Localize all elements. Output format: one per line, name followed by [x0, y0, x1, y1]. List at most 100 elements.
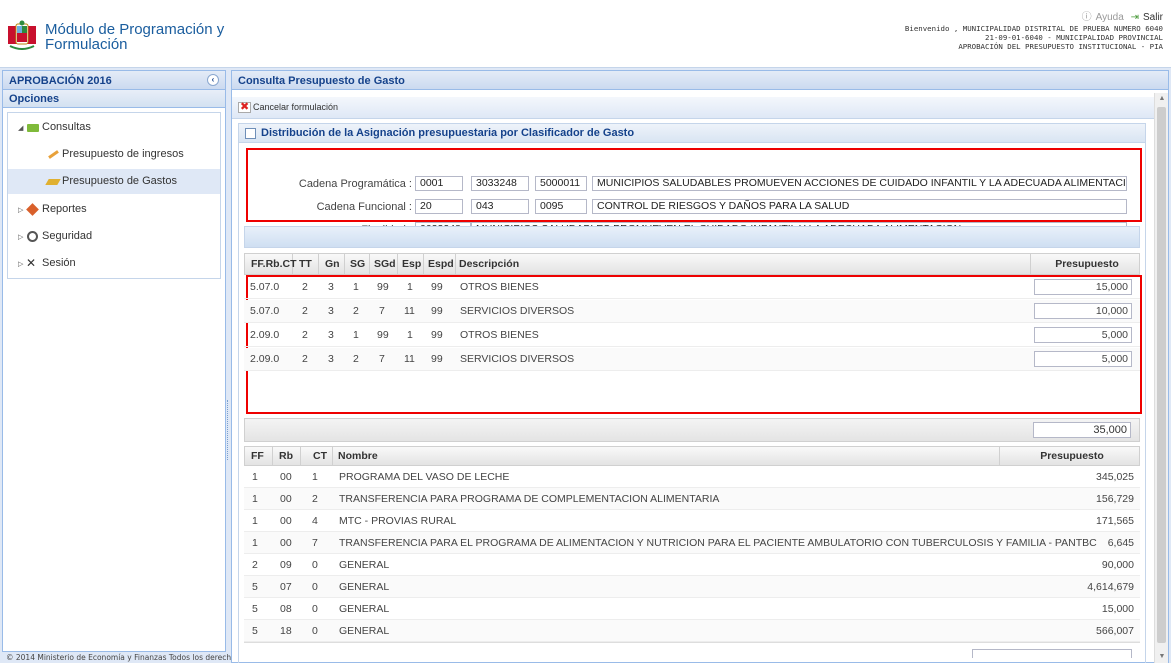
row-sg: 2: [353, 305, 359, 317]
cadena-funcional-desc-field[interactable]: CONTROL DE RIESGOS Y DAÑOS PARA LA SALUD: [592, 199, 1127, 214]
sidebar-item-presupuesto-gastos[interactable]: Presupuesto de Gastos: [8, 169, 220, 194]
cancel-icon: [238, 100, 251, 114]
total-presupuesto-field[interactable]: 35,000: [1033, 422, 1131, 438]
exit-link[interactable]: Salir: [1143, 12, 1163, 23]
col-esp[interactable]: Esp: [402, 254, 424, 274]
row-gn: 3: [328, 305, 334, 317]
cadena-programatica-label: Cadena Programática :: [298, 178, 412, 190]
splitter-grip[interactable]: [227, 400, 230, 460]
table-row[interactable]: 2.09.0 2 3 1 99 1 99 OTROS BIENES 5,000: [244, 324, 1140, 347]
vertical-scrollbar[interactable]: ▲ ▼: [1154, 93, 1168, 663]
list-item[interactable]: 5 08 0 GENERAL 15,000: [244, 598, 1140, 620]
row-descripcion: SERVICIOS DIVERSOS: [460, 305, 575, 317]
app-title-line2: Formulación: [45, 36, 128, 53]
producto-code-field[interactable]: 3033248: [471, 176, 529, 191]
row-espd: 99: [431, 353, 443, 365]
sidebar-item-seguridad[interactable]: ▷ Seguridad: [8, 224, 220, 249]
row-descripcion: OTROS BIENES: [460, 329, 539, 341]
help-link[interactable]: Ayuda: [1096, 12, 1124, 23]
col-sgd[interactable]: SGd: [374, 254, 398, 274]
header-links: ⓘ Ayuda ⇥ Salir: [1078, 8, 1163, 23]
cadena-programatica-desc-field[interactable]: MUNICIPIOS SALUDABLES PROMUEVEN ACCIONES…: [592, 176, 1127, 191]
tools-icon: ✕: [26, 256, 37, 271]
programa-code-field[interactable]: 0001: [415, 176, 463, 191]
sidebar-item-presupuesto-ingresos[interactable]: Presupuesto de ingresos: [8, 142, 220, 167]
list-item[interactable]: 5 18 0 GENERAL 566,007: [244, 620, 1140, 642]
row-sg: 2: [353, 353, 359, 365]
reports-icon: [26, 203, 40, 215]
fuente-nombre: MTC - PROVIAS RURAL: [339, 515, 457, 527]
menu-tree: ◢ Consultas Presupuesto de ingresos Presu…: [7, 112, 221, 279]
col-sg[interactable]: SG: [350, 254, 370, 274]
collapsed-arrow-icon[interactable]: ▷: [18, 225, 26, 250]
keys-icon: [26, 230, 40, 243]
distribution-section-header[interactable]: Distribución de la Asignación presupuest…: [238, 123, 1146, 143]
fuente-nombre: GENERAL: [339, 625, 390, 637]
table-row[interactable]: 5.07.0 2 3 1 99 1 99 OTROS BIENES 15,000: [244, 276, 1140, 299]
col-presupuesto-fuente[interactable]: Presupuesto: [1005, 447, 1139, 465]
scroll-thumb[interactable]: [1157, 107, 1166, 643]
sidebar-item-sesion[interactable]: ▷ ✕ Sesión: [8, 251, 220, 276]
fuente-ff: 1: [252, 493, 258, 505]
list-item[interactable]: 5 07 0 GENERAL 4,614,679: [244, 576, 1140, 598]
presupuesto-input[interactable]: 10,000: [1034, 303, 1132, 319]
col-ffrbct[interactable]: FF.Rb.CT: [251, 254, 297, 274]
exit-icon[interactable]: ⇥: [1131, 12, 1139, 23]
collapse-left-icon[interactable]: ‹: [207, 74, 219, 86]
funcion-code-field[interactable]: 20: [415, 199, 463, 214]
user-entity: 21-09-01-6040 - MUNICIPALIDAD PROVINCIAL: [985, 33, 1163, 42]
collapsed-arrow-icon[interactable]: ▷: [18, 198, 26, 223]
list-item[interactable]: 1 00 1 PROGRAMA DEL VASO DE LECHE 345,02…: [244, 466, 1140, 488]
grid-toolbar-band: [244, 226, 1140, 248]
presupuesto-input[interactable]: 15,000: [1034, 279, 1132, 295]
sidebar-item-reportes[interactable]: ▷ Reportes: [8, 197, 220, 222]
presupuesto-input[interactable]: 5,000: [1034, 351, 1132, 367]
sidebar-item-label: Reportes: [42, 203, 87, 215]
list-item[interactable]: 1 00 7 TRANSFERENCIA PARA EL PROGRAMA DE…: [244, 532, 1140, 554]
fuente-ct: 1: [312, 471, 318, 483]
expanded-arrow-icon[interactable]: ◢: [18, 116, 26, 141]
col-ff[interactable]: FF: [251, 447, 273, 465]
row-ffrbct: 5.07.0: [250, 305, 280, 317]
budget-grid-header: FF.Rb.CT TT Gn SG SGd Esp Espd Descripci…: [244, 253, 1140, 275]
list-item[interactable]: 1 00 2 TRANSFERENCIA PARA PROGRAMA DE CO…: [244, 488, 1140, 510]
fuente-ff: 1: [252, 471, 258, 483]
scroll-down-icon[interactable]: ▼: [1155, 651, 1169, 663]
list-item[interactable]: 2 09 0 GENERAL 90,000: [244, 554, 1140, 576]
col-gn[interactable]: Gn: [325, 254, 345, 274]
list-item[interactable]: 1 00 4 MTC - PROVIAS RURAL 171,565: [244, 510, 1140, 532]
row-esp: 11: [404, 305, 415, 317]
fuente-nombre: PROGRAMA DEL VASO DE LECHE: [339, 471, 510, 483]
row-espd: 99: [431, 329, 443, 341]
division-code-field[interactable]: 043: [471, 199, 529, 214]
sidebar-item-consultas[interactable]: ◢ Consultas: [8, 115, 220, 140]
row-sgd: 7: [379, 305, 385, 317]
col-descripcion[interactable]: Descripción: [459, 254, 1031, 274]
col-presupuesto[interactable]: Presupuesto: [1035, 254, 1139, 274]
col-tt[interactable]: TT: [299, 254, 319, 274]
col-espd[interactable]: Espd: [428, 254, 456, 274]
row-esp: 1: [407, 281, 413, 293]
row-espd: 99: [431, 305, 443, 317]
collapse-section-checkbox[interactable]: [245, 128, 256, 139]
fuente-ff: 5: [252, 625, 258, 637]
sidebar-item-label: Consultas: [42, 121, 91, 133]
collapsed-arrow-icon[interactable]: ▷: [18, 252, 26, 277]
scroll-up-icon[interactable]: ▲: [1155, 93, 1169, 105]
col-nombre[interactable]: Nombre: [338, 447, 1000, 465]
col-ct[interactable]: CT: [307, 447, 333, 465]
sidebar-panel: APROBACIÓN 2016 ‹ Opciones ◢ Consultas Pr…: [2, 70, 226, 652]
col-rb[interactable]: Rb: [279, 447, 301, 465]
app-title-line1: Módulo de Programación y: [45, 21, 225, 38]
sources-total-field[interactable]: [972, 649, 1132, 658]
cancel-formulation-button[interactable]: Cancelar formulación: [238, 100, 338, 114]
table-row[interactable]: 5.07.0 2 3 2 7 11 99 SERVICIOS DIVERSOS …: [244, 300, 1140, 323]
fuente-nombre: GENERAL: [339, 581, 390, 593]
table-row[interactable]: 2.09.0 2 3 2 7 11 99 SERVICIOS DIVERSOS …: [244, 348, 1140, 371]
presupuesto-input[interactable]: 5,000: [1034, 327, 1132, 343]
grupo-code-field[interactable]: 0095: [535, 199, 587, 214]
actividad-code-field[interactable]: 5000011: [535, 176, 587, 191]
fuente-ct: 2: [312, 493, 318, 505]
row-esp: 1: [407, 329, 413, 341]
help-icon[interactable]: ⓘ: [1082, 12, 1092, 23]
